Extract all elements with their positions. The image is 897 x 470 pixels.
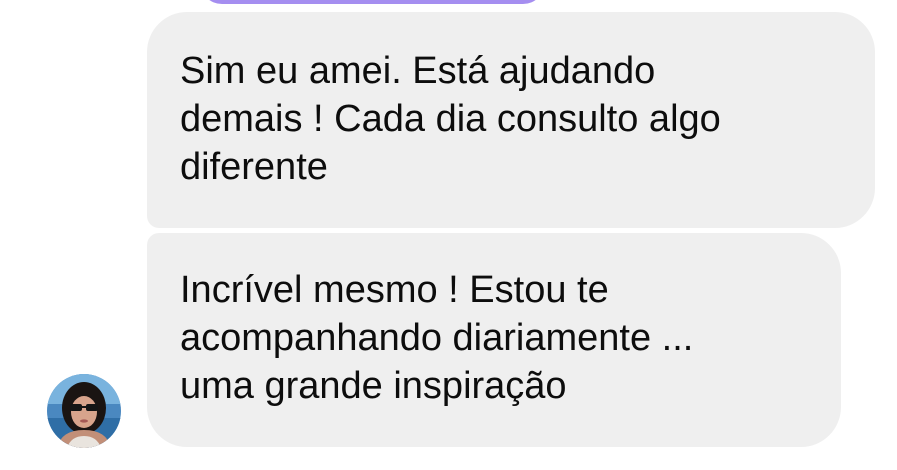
sender-avatar[interactable] bbox=[47, 374, 121, 448]
incoming-message-1[interactable]: Sim eu amei. Está ajudando demais ! Cada… bbox=[147, 12, 875, 228]
incoming-message-2[interactable]: Incrível mesmo ! Estou te acompanhando d… bbox=[147, 233, 841, 447]
previous-message-bubble[interactable] bbox=[200, 0, 545, 4]
profile-photo-icon bbox=[47, 374, 121, 448]
chat-thread[interactable]: Sim eu amei. Está ajudando demais ! Cada… bbox=[0, 0, 897, 470]
